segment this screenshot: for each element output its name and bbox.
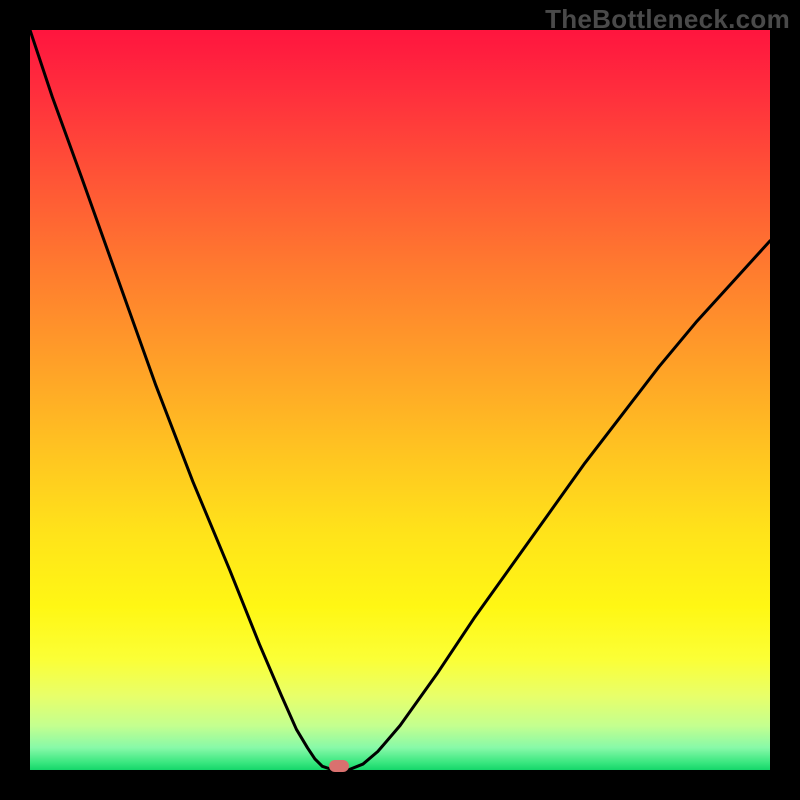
- watermark-text: TheBottleneck.com: [545, 4, 790, 35]
- chart-frame: TheBottleneck.com: [0, 0, 800, 800]
- bottleneck-curve: [30, 30, 770, 770]
- optimum-marker: [329, 760, 349, 772]
- curve-path: [30, 30, 770, 770]
